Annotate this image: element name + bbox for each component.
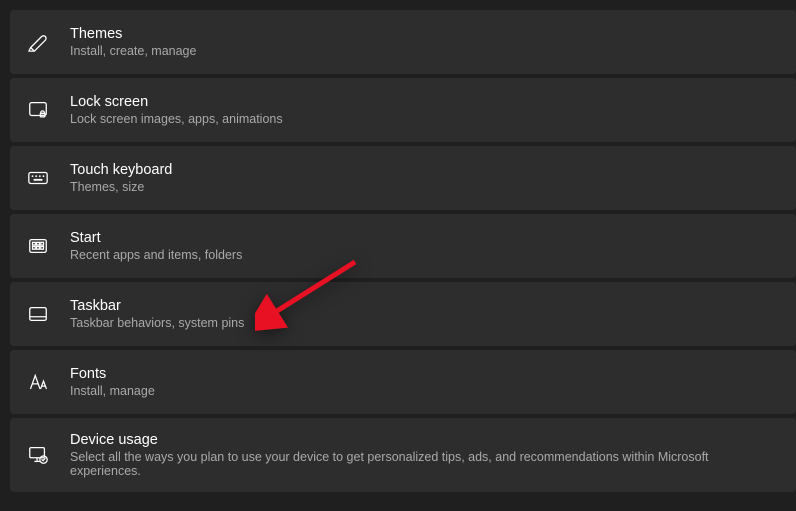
settings-item-subtitle: Recent apps and items, folders <box>70 248 242 262</box>
settings-list: Themes Install, create, manage Lock scre… <box>10 10 796 492</box>
lock-screen-icon <box>26 98 50 122</box>
settings-item-subtitle: Taskbar behaviors, system pins <box>70 316 244 330</box>
settings-item-title: Lock screen <box>70 94 283 110</box>
settings-item-subtitle: Lock screen images, apps, animations <box>70 112 283 126</box>
device-usage-icon <box>26 443 50 467</box>
settings-item-text: Fonts Install, manage <box>70 366 155 398</box>
settings-item-subtitle: Install, create, manage <box>70 44 196 58</box>
settings-item-text: Touch keyboard Themes, size <box>70 162 172 194</box>
keyboard-icon <box>26 166 50 190</box>
settings-item-lock-screen[interactable]: Lock screen Lock screen images, apps, an… <box>10 78 796 142</box>
settings-item-start[interactable]: Start Recent apps and items, folders <box>10 214 796 278</box>
settings-item-taskbar[interactable]: Taskbar Taskbar behaviors, system pins <box>10 282 796 346</box>
taskbar-icon <box>26 302 50 326</box>
settings-item-touch-keyboard[interactable]: Touch keyboard Themes, size <box>10 146 796 210</box>
settings-item-title: Start <box>70 230 242 246</box>
settings-item-text: Lock screen Lock screen images, apps, an… <box>70 94 283 126</box>
settings-item-text: Taskbar Taskbar behaviors, system pins <box>70 298 244 330</box>
settings-item-title: Fonts <box>70 366 155 382</box>
settings-item-subtitle: Select all the ways you plan to use your… <box>70 450 780 478</box>
settings-item-subtitle: Install, manage <box>70 384 155 398</box>
settings-item-title: Device usage <box>70 432 780 448</box>
fonts-icon <box>26 370 50 394</box>
settings-item-themes[interactable]: Themes Install, create, manage <box>10 10 796 74</box>
settings-item-fonts[interactable]: Fonts Install, manage <box>10 350 796 414</box>
settings-item-subtitle: Themes, size <box>70 180 172 194</box>
settings-item-title: Taskbar <box>70 298 244 314</box>
settings-item-title: Touch keyboard <box>70 162 172 178</box>
paintbrush-icon <box>26 30 50 54</box>
settings-item-title: Themes <box>70 26 196 42</box>
start-menu-icon <box>26 234 50 258</box>
settings-item-text: Device usage Select all the ways you pla… <box>70 432 780 478</box>
settings-item-device-usage[interactable]: Device usage Select all the ways you pla… <box>10 418 796 492</box>
settings-item-text: Start Recent apps and items, folders <box>70 230 242 262</box>
settings-item-text: Themes Install, create, manage <box>70 26 196 58</box>
